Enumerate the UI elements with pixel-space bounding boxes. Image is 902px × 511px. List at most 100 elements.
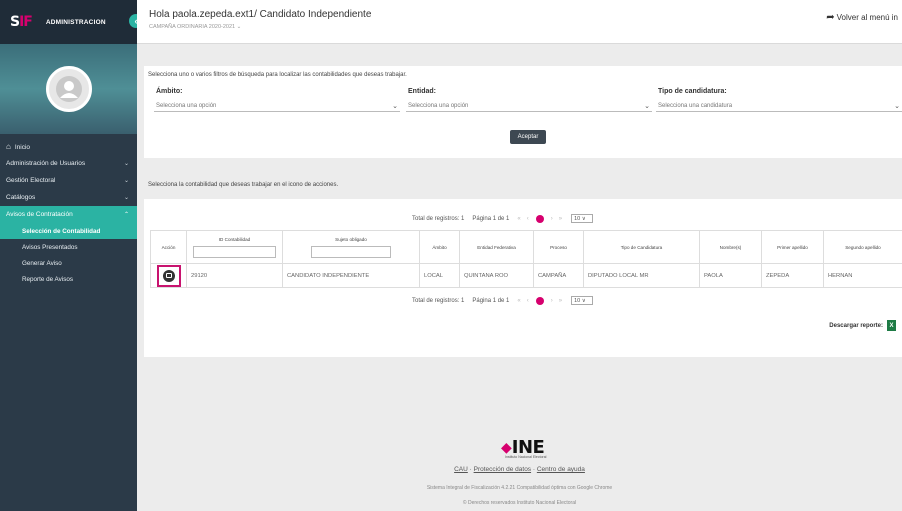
ambito-select[interactable]: Selecciona una opción ⌄ xyxy=(154,100,400,112)
next-page-icon[interactable]: › xyxy=(551,298,553,304)
sidebar-item-label: Administración de Usuarios xyxy=(6,160,86,167)
sidebar-item-catalogos[interactable]: Catálogos ⌄ xyxy=(0,189,137,206)
cell-ambito: LOCAL xyxy=(419,263,460,288)
last-page-icon[interactable]: » xyxy=(559,216,562,222)
home-icon: ⌂ xyxy=(6,142,11,151)
col-sujeto-obligado: Sujeto obligado xyxy=(282,230,420,264)
col-ambito: Ámbito xyxy=(419,230,460,264)
profile-area xyxy=(0,44,137,134)
tipo-select[interactable]: Selecciona una candidatura ⌄ xyxy=(656,100,902,112)
page-title: Hola paola.zepeda.ext1/ Candidato Indepe… xyxy=(149,9,372,20)
privacy-link[interactable]: Protección de datos xyxy=(474,466,531,473)
first-page-icon[interactable]: « xyxy=(517,216,520,222)
page-size-select[interactable]: 10 ∨ xyxy=(571,214,594,223)
last-page-icon[interactable]: » xyxy=(559,298,562,304)
sidebar-item-gestion[interactable]: Gestión Electoral ⌄ xyxy=(0,172,137,189)
table-row: 29120 CANDIDATO INDEPENDIENTE LOCAL QUIN… xyxy=(150,263,902,288)
current-page-dot[interactable] xyxy=(535,296,544,305)
footer-version: Sistema Integral de Fiscalización 4.2.21… xyxy=(426,485,613,491)
sidebar-item-inicio[interactable]: ⌂ Inicio xyxy=(0,138,137,155)
cau-link[interactable]: CAU xyxy=(454,466,468,473)
contabilidades-table: Acción ID Contabilidad Sujeto obligado Á… xyxy=(150,230,902,288)
chevron-down-icon: ⌄ xyxy=(894,103,900,110)
select-contabilidad-button[interactable] xyxy=(156,264,181,287)
help-center-link[interactable]: Centro de ayuda xyxy=(537,466,585,473)
col-label: Sujeto obligado xyxy=(335,236,367,242)
current-page-dot[interactable] xyxy=(535,214,544,223)
tipo-label: Tipo de candidatura: xyxy=(658,88,727,95)
chevron-down-icon: ⌄ xyxy=(392,103,398,110)
back-to-menu-link[interactable]: ➦ Volver al menú in xyxy=(826,12,898,23)
col-proceso: Proceso xyxy=(533,230,584,264)
page-size-select[interactable]: 10 ∨ xyxy=(571,296,594,305)
id-filter-input[interactable] xyxy=(192,245,277,258)
page-indicator: Página 1 de 1 xyxy=(472,297,510,304)
sidebar-item-avisos[interactable]: Avisos de Contratación ⌃ xyxy=(0,206,137,223)
sidebar: SIF ADMINISTRACION ‹ ⌂ Inicio Administrac… xyxy=(0,0,143,511)
sujeto-filter-input[interactable] xyxy=(310,245,392,258)
chevron-down-icon: ⌄ xyxy=(123,161,129,167)
prev-page-icon[interactable]: ‹ xyxy=(527,216,529,222)
total-records: Total de registros: 1 xyxy=(412,215,465,222)
col-entidad: Entidad Federativa xyxy=(459,230,534,264)
results-panel: Total de registros: 1 Página 1 de 1 « ‹ … xyxy=(144,199,902,357)
table-instruction: Selecciona la contabilidad que deseas tr… xyxy=(148,182,339,188)
ine-star-icon: ◆ xyxy=(501,439,512,455)
sidebar-subitem-generar[interactable]: Generar Aviso xyxy=(0,255,137,271)
pager-bottom: Total de registros: 1 Página 1 de 1 « ‹ … xyxy=(412,296,594,305)
cell-tipo: DIPUTADO LOCAL MR xyxy=(583,263,700,288)
col-primer-apellido: Primer apellido xyxy=(761,230,824,264)
entidad-value: Selecciona una opción xyxy=(408,103,469,109)
col-tipo-candidatura: Tipo de Candidatura xyxy=(583,230,700,264)
entidad-select[interactable]: Selecciona una opción ⌄ xyxy=(406,100,652,112)
sidebar-item-usuarios[interactable]: Administración de Usuarios ⌄ xyxy=(0,155,137,172)
action-icon xyxy=(162,269,175,282)
cell-entidad: QUINTANA ROO xyxy=(459,263,534,288)
cell-primer-apellido: ZEPEDA xyxy=(761,263,824,288)
back-arrow-icon: ➦ xyxy=(826,12,835,23)
sidebar-subitem-presentados[interactable]: Avisos Presentados xyxy=(0,239,137,255)
ambito-value: Selecciona una opción xyxy=(156,103,217,109)
cell-id: 29120 xyxy=(186,263,283,288)
sidebar-item-label: Avisos de Contratación xyxy=(6,211,73,218)
col-nombre: Nombre(s) xyxy=(699,230,762,264)
cell-sujeto: CANDIDATO INDEPENDIENTE xyxy=(282,263,420,288)
avatar xyxy=(45,66,92,112)
sidebar-menu: ⌂ Inicio Administración de Usuarios ⌄ Ges… xyxy=(0,134,137,287)
ine-logo-subtitle: Instituto Nacional Electoral xyxy=(505,455,547,459)
sidebar-subitem-reporte[interactable]: Reporte de Avisos xyxy=(0,271,137,287)
chevron-down-icon: ⌄ xyxy=(644,103,650,110)
sidebar-item-label: Inicio xyxy=(14,144,31,151)
sidebar-title: ADMINISTRACION xyxy=(45,18,106,26)
download-report: Descargar reporte: X xyxy=(829,320,896,331)
total-records: Total de registros: 1 xyxy=(412,297,465,304)
back-label: Volver al menú in xyxy=(836,13,898,22)
sidebar-subitem-seleccion[interactable]: Selección de Contabilidad xyxy=(0,223,137,239)
user-icon xyxy=(55,76,82,102)
entidad-label: Entidad: xyxy=(408,88,436,95)
col-segundo-apellido: Segundo apellido xyxy=(823,230,902,264)
prev-page-icon[interactable]: ‹ xyxy=(527,298,529,304)
first-page-icon[interactable]: « xyxy=(517,298,520,304)
col-label: ID Contabilidad xyxy=(218,236,251,242)
chevron-down-icon: ⌄ xyxy=(123,195,129,201)
next-page-icon[interactable]: › xyxy=(551,216,553,222)
chevron-up-icon: ⌃ xyxy=(123,212,129,218)
download-label: Descargar reporte: xyxy=(829,322,883,329)
sidebar-item-label: Catálogos xyxy=(6,194,36,201)
filters-instruction: Selecciona uno o varios filtros de búsqu… xyxy=(148,72,407,78)
tipo-value: Selecciona una candidatura xyxy=(658,103,733,109)
chevron-down-icon: ⌄ xyxy=(123,178,129,184)
ambito-label: Ámbito: xyxy=(156,88,183,95)
page-indicator: Página 1 de 1 xyxy=(472,215,510,222)
action-cell xyxy=(150,263,187,288)
accept-button[interactable]: Aceptar xyxy=(510,130,546,144)
process-selector[interactable]: CAMPAÑA ORDINARIA 2020-2021 ⌄ xyxy=(149,24,241,30)
col-id-contabilidad: ID Contabilidad xyxy=(186,230,283,264)
cell-nombre: PAOLA xyxy=(699,263,762,288)
sidebar-item-label: Gestión Electoral xyxy=(6,177,56,184)
cell-proceso: CAMPAÑA xyxy=(533,263,584,288)
cell-segundo-apellido: HERNAN xyxy=(823,263,902,288)
excel-icon[interactable]: X xyxy=(887,320,896,331)
sif-logo: SIF xyxy=(10,14,33,30)
